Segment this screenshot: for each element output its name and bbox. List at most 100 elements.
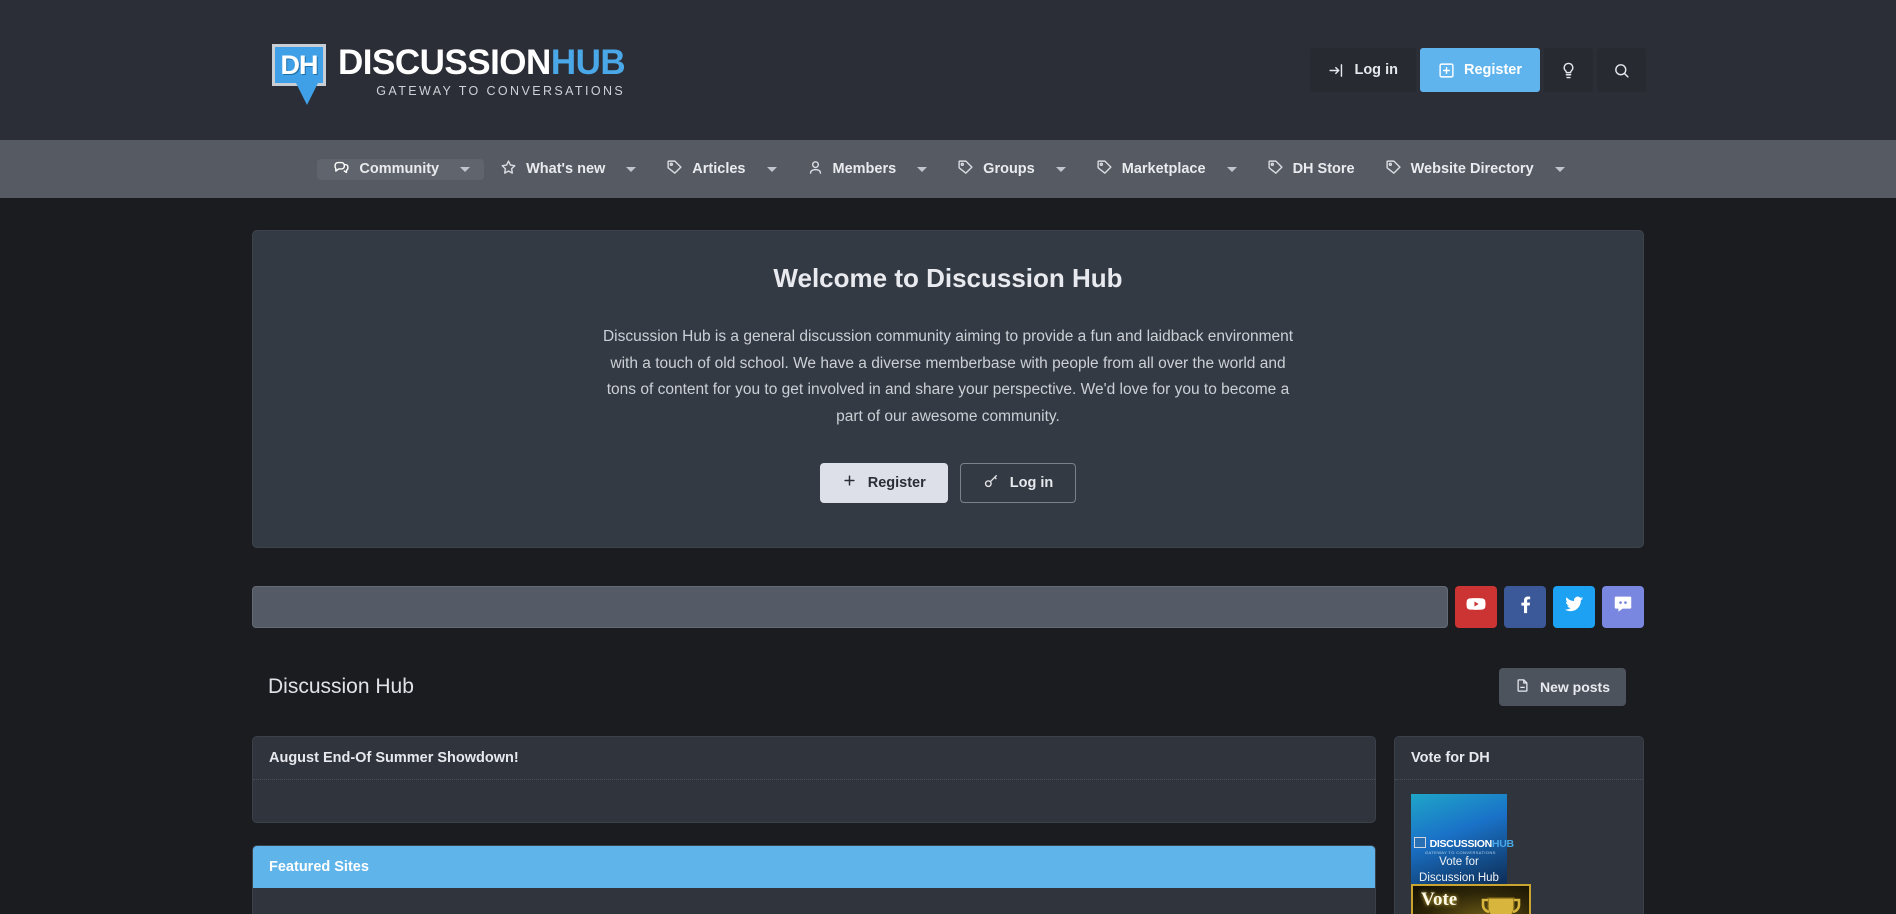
- vote-banner-wordmark: DHDISCUSSIONHUB: [1415, 837, 1515, 850]
- plus-icon: [842, 473, 857, 492]
- nav-group-whats-new: What's new: [484, 140, 650, 198]
- nav-item-label: What's new: [526, 161, 606, 177]
- sign-in-icon: [1328, 62, 1345, 79]
- nav-item-label: Website Directory: [1410, 161, 1534, 177]
- site-logo[interactable]: DH DISCUSSIONHUB GATEWAY TO CONVERSATION…: [268, 42, 626, 106]
- social-row: [252, 585, 1644, 628]
- forum-block-body: [253, 780, 1375, 822]
- nav-group-members: Members: [791, 140, 942, 198]
- chevron-down-icon[interactable]: [460, 166, 471, 172]
- welcome-panel: Welcome to Discussion Hub Discussion Hub…: [252, 230, 1644, 548]
- discord-icon: [1612, 593, 1634, 620]
- nav-group-marketplace: Marketplace: [1080, 140, 1251, 198]
- youtube-icon: [1465, 593, 1487, 620]
- new-posts-label: New posts: [1539, 678, 1610, 695]
- star-icon: [500, 159, 517, 180]
- nav-item-label: Community: [359, 161, 440, 177]
- chevron-down-icon[interactable]: [1055, 166, 1066, 172]
- forum-columns: August End-Of Summer Showdown! Featured …: [252, 735, 1644, 914]
- social-link-discord[interactable]: [1602, 585, 1644, 628]
- chevron-down-icon[interactable]: [766, 166, 777, 172]
- welcome-login-label: Log in: [1009, 474, 1054, 491]
- vote-banner-caption: Vote for Discussion Hub: [1419, 855, 1499, 885]
- nav-item-website-directory[interactable]: Website Directory: [1369, 159, 1579, 180]
- social-link-facebook[interactable]: [1504, 585, 1546, 628]
- nav-item-groups[interactable]: Groups: [941, 159, 1080, 180]
- tag-icon: [957, 159, 974, 180]
- trophy-icon: [1481, 897, 1521, 914]
- nav-item-label: Articles: [692, 161, 746, 177]
- header-login-label: Log in: [1354, 62, 1398, 78]
- nav-item-label: DH Store: [1292, 161, 1355, 177]
- welcome-body: Discussion Hub is a general discussion c…: [602, 328, 1294, 425]
- page-content: Welcome to Discussion Hub Discussion Hub…: [0, 230, 1896, 914]
- vote-banner-word-two: HUB: [1491, 837, 1514, 850]
- tag-icon: [1096, 159, 1113, 180]
- chevron-down-icon[interactable]: [626, 166, 637, 172]
- main-navigation: Community What's new Articles Members Gr…: [0, 140, 1896, 198]
- welcome-login-button[interactable]: Log in: [959, 462, 1077, 503]
- nav-group-articles: Articles: [650, 140, 790, 198]
- nav-item-community[interactable]: Community: [317, 158, 485, 180]
- tag-icon: [1267, 159, 1284, 180]
- header-lightbulb-button[interactable]: [1544, 48, 1593, 92]
- nav-item-label: Marketplace: [1121, 161, 1206, 177]
- vote-banner-word-one: DISCUSSION: [1429, 837, 1493, 850]
- facebook-icon: [1514, 593, 1536, 620]
- notice-bar[interactable]: [252, 585, 1448, 628]
- logo-mark-icon: DH: [268, 42, 330, 106]
- speech-bubbles-icon: [333, 159, 350, 180]
- lightbulb-icon: [1560, 62, 1577, 79]
- tag-icon: [666, 159, 683, 180]
- welcome-register-button[interactable]: Register: [819, 462, 948, 503]
- welcome-register-label: Register: [867, 474, 926, 491]
- logo-word-two: HUB: [550, 43, 626, 83]
- forum-block-title[interactable]: Featured Sites: [253, 845, 1375, 888]
- key-icon: [983, 473, 999, 493]
- chevron-down-icon[interactable]: [1226, 166, 1237, 172]
- forum-block-body: [253, 888, 1375, 914]
- nav-item-label: Groups: [983, 161, 1035, 177]
- social-link-youtube[interactable]: [1455, 585, 1497, 628]
- search-icon: [1613, 62, 1630, 79]
- forum-block-featured-sites: Featured Sites: [252, 844, 1376, 914]
- header-search-button[interactable]: [1597, 48, 1646, 92]
- nav-group-website-directory: Website Directory: [1369, 140, 1579, 198]
- forum-title-row: Discussion Hub New posts: [252, 650, 1644, 724]
- vote-widget: Vote for DH DHDISCUSSIONHUB GATEWAY TO C…: [1394, 735, 1644, 914]
- logo-word-one: DISCUSSION: [338, 43, 551, 83]
- document-icon: [1515, 678, 1530, 696]
- site-header: DH DISCUSSIONHUB GATEWAY TO CONVERSATION…: [0, 0, 1896, 140]
- vote-widget-body: DHDISCUSSIONHUB GATEWAY TO CONVERSATIONS…: [1395, 780, 1643, 914]
- welcome-title: Welcome to Discussion Hub: [773, 263, 1123, 293]
- forum-main-column: August End-Of Summer Showdown! Featured …: [252, 735, 1376, 914]
- header-register-label: Register: [1463, 62, 1522, 78]
- vote-banner-discussion-hub[interactable]: DHDISCUSSIONHUB GATEWAY TO CONVERSATIONS…: [1411, 793, 1514, 886]
- nav-group-dh-store: DH Store: [1251, 140, 1369, 198]
- logo-tagline: GATEWAY TO CONVERSATIONS: [376, 84, 626, 99]
- social-link-twitter[interactable]: [1553, 585, 1595, 628]
- vote-widget-title: Vote for DH: [1395, 737, 1643, 780]
- nav-group-community: Community: [317, 140, 485, 198]
- new-posts-button[interactable]: New posts: [1498, 667, 1626, 706]
- header-actions: Log in Register: [1310, 48, 1646, 92]
- forum-block-showdown: August End-Of Summer Showdown!: [252, 735, 1376, 823]
- person-icon: [807, 159, 824, 180]
- tag-icon: [1385, 159, 1402, 180]
- nav-item-label: Members: [832, 161, 897, 177]
- logo-mark-text: DH: [280, 49, 319, 80]
- forum-block-title[interactable]: August End-Of Summer Showdown!: [253, 737, 1375, 780]
- chevron-down-icon[interactable]: [1554, 166, 1565, 172]
- nav-item-whats-new[interactable]: What's new: [484, 159, 650, 180]
- nav-item-marketplace[interactable]: Marketplace: [1080, 159, 1251, 180]
- page-title: Discussion Hub: [268, 674, 414, 698]
- vote-trophy-line-one: Vote: [1421, 888, 1458, 910]
- nav-item-articles[interactable]: Articles: [650, 159, 790, 180]
- header-login-button[interactable]: Log in: [1310, 48, 1416, 92]
- nav-item-dh-store[interactable]: DH Store: [1251, 159, 1369, 180]
- header-register-button[interactable]: Register: [1419, 48, 1540, 92]
- chevron-down-icon[interactable]: [917, 166, 928, 172]
- vote-banner-trophy[interactable]: Vote for this site at: [1411, 883, 1531, 914]
- nav-item-members[interactable]: Members: [791, 159, 942, 180]
- vote-trophy-line-two: for this: [1423, 911, 1463, 914]
